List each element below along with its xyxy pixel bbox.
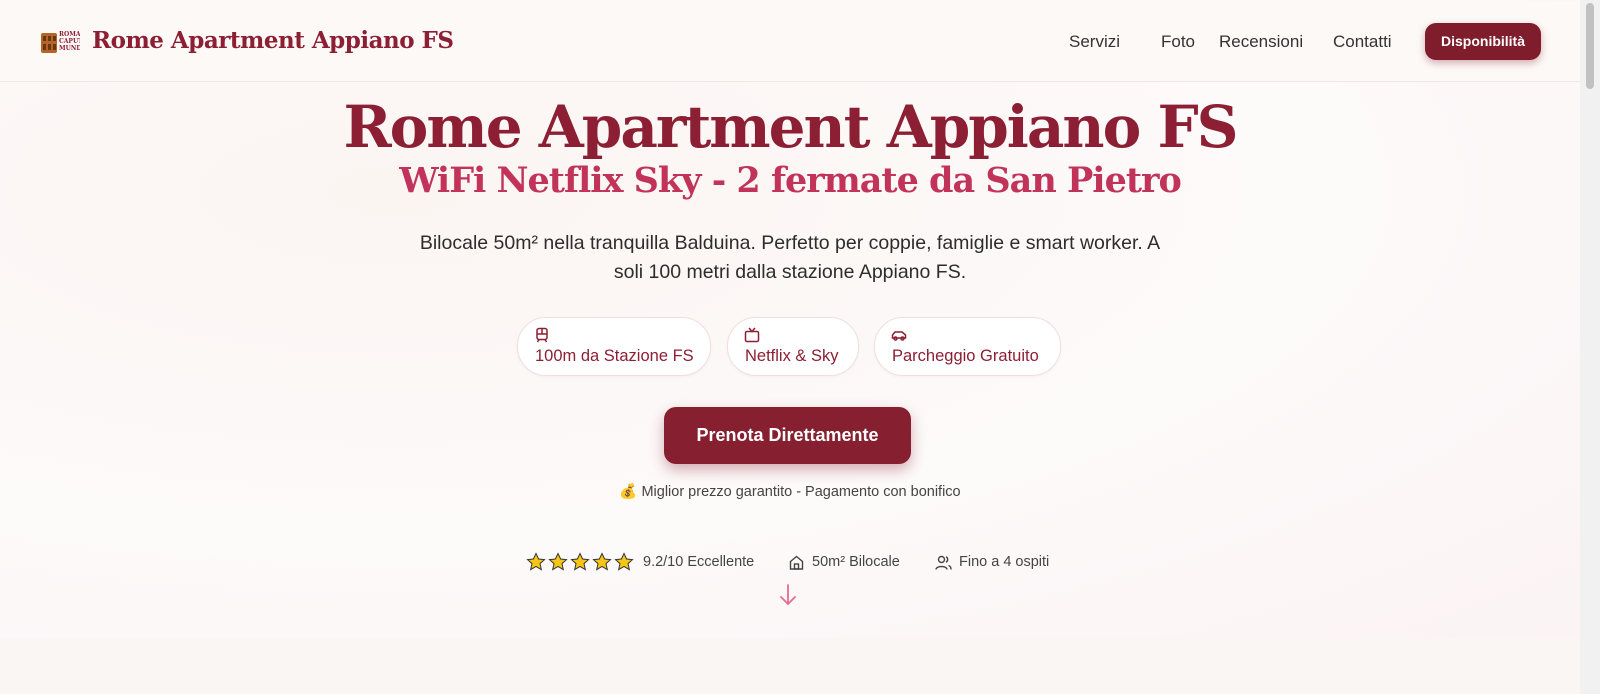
scroll-down-arrow-icon[interactable] bbox=[778, 583, 798, 607]
svg-text:MUNDI: MUNDI bbox=[59, 45, 80, 52]
car-icon bbox=[891, 331, 907, 341]
price-guarantee-note: 💰 Miglior prezzo garantito - Pagamento c… bbox=[0, 483, 1580, 500]
hero-description: Bilocale 50m² nella tranquilla Balduina.… bbox=[419, 232, 1161, 283]
site-header: ROMA CAPUT MUNDI Rome Apartment Appiano … bbox=[0, 1, 1580, 82]
svg-text:CAPUT: CAPUT bbox=[59, 38, 80, 45]
hero-subtitle: WiFi Netflix Sky - 2 fermate da San Piet… bbox=[399, 160, 1182, 201]
nav-link-contatti[interactable]: Contatti bbox=[1333, 32, 1392, 52]
brand-name[interactable]: Rome Apartment Appiano FS bbox=[92, 27, 454, 54]
rating-text: 9.2/10 Eccellente bbox=[643, 554, 755, 570]
feature-chip-label: Parcheggio Gratuito bbox=[892, 347, 1039, 365]
scrollbar-thumb[interactable] bbox=[1586, 3, 1594, 89]
hero-title: Rome Apartment Appiano FS bbox=[343, 93, 1238, 161]
feature-chip-label: 100m da Stazione FS bbox=[535, 347, 694, 365]
feature-chip-parking: Parcheggio Gratuito bbox=[874, 317, 1061, 376]
train-icon bbox=[536, 327, 548, 343]
tv-icon bbox=[744, 327, 760, 343]
star-icon bbox=[592, 552, 612, 571]
feature-chip-tv: Netflix & Sky bbox=[727, 317, 859, 376]
feature-chip-label: Netflix & Sky bbox=[745, 347, 839, 365]
stats-row: 9.2/10 Eccellente 50m² Bilocale Fino a 4… bbox=[526, 552, 1066, 572]
colosseum-logo-icon[interactable]: ROMA CAPUT MUNDI bbox=[40, 27, 80, 55]
next-section bbox=[0, 638, 1580, 694]
svg-text:ROMA: ROMA bbox=[59, 31, 80, 38]
page: ROMA CAPUT MUNDI Rome Apartment Appiano … bbox=[0, 0, 1580, 694]
feature-chip-station: 100m da Stazione FS bbox=[517, 317, 711, 376]
availability-button[interactable]: Disponibilità bbox=[1425, 23, 1541, 60]
book-directly-button[interactable]: Prenota Direttamente bbox=[664, 407, 911, 464]
hero-section: ROMA CAPUT MUNDI Rome Apartment Appiano … bbox=[0, 0, 1580, 638]
nav-link-foto[interactable]: Foto bbox=[1161, 32, 1195, 52]
home-icon bbox=[789, 555, 804, 570]
star-icon bbox=[548, 552, 568, 571]
size-text: 50m² Bilocale bbox=[812, 554, 900, 570]
guests-text: Fino a 4 ospiti bbox=[959, 554, 1050, 570]
nav-link-servizi[interactable]: Servizi bbox=[1069, 32, 1120, 52]
users-icon bbox=[935, 555, 952, 570]
price-guarantee-text: Miglior prezzo garantito - Pagamento con… bbox=[641, 484, 961, 500]
star-icon bbox=[526, 552, 546, 571]
money-bag-icon: 💰 bbox=[619, 484, 638, 500]
nav-link-recensioni[interactable]: Recensioni bbox=[1219, 32, 1303, 52]
scrollbar-track[interactable] bbox=[1580, 0, 1600, 694]
rating-stars bbox=[526, 552, 636, 572]
star-icon bbox=[614, 552, 634, 571]
star-icon bbox=[570, 552, 590, 571]
